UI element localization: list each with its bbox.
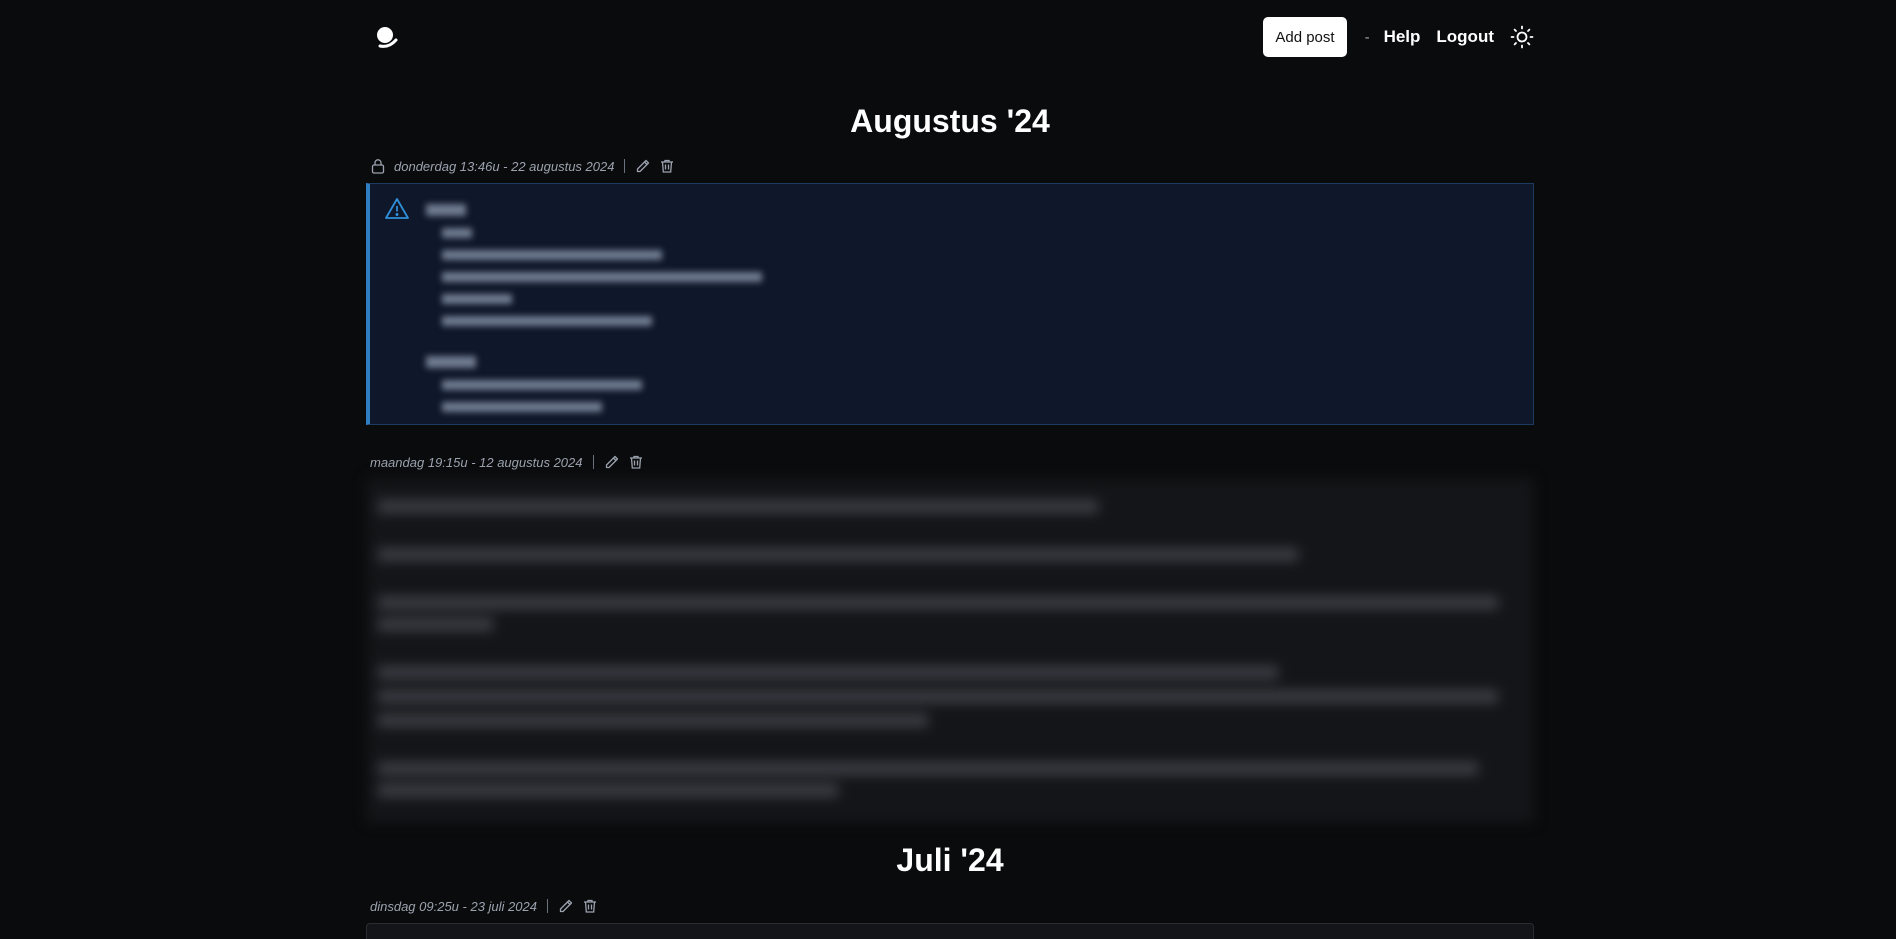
month-heading: Augustus '24 xyxy=(850,103,1050,139)
post-date: dinsdag 09:25u - 23 juli 2024 xyxy=(370,898,537,914)
month-heading: Juli '24 xyxy=(896,842,1004,878)
warning-icon xyxy=(385,198,409,219)
blurred-post-body xyxy=(366,478,1534,823)
pencil-icon[interactable] xyxy=(558,898,574,914)
nav-separator: - xyxy=(1364,28,1370,46)
pencil-icon[interactable] xyxy=(635,158,651,174)
header-nav: Add post - Help Logout xyxy=(1263,16,1534,58)
top-header: Add post - Help Logout xyxy=(366,16,1534,58)
trash-icon[interactable] xyxy=(628,454,644,470)
trash-icon[interactable] xyxy=(659,158,675,174)
sun-icon[interactable] xyxy=(1510,25,1534,49)
post-date: maandag 19:15u - 12 augustus 2024 xyxy=(370,454,583,470)
meta-divider xyxy=(624,159,626,173)
post-meta: donderdag 13:46u - 22 augustus 2024 xyxy=(370,156,675,176)
post-meta: dinsdag 09:25u - 23 juli 2024 xyxy=(370,896,598,916)
trash-icon[interactable] xyxy=(582,898,598,914)
lock-icon xyxy=(371,159,385,174)
meta-divider xyxy=(546,899,548,913)
logout-link[interactable]: Logout xyxy=(1436,27,1494,47)
post-card xyxy=(366,923,1534,939)
help-link[interactable]: Help xyxy=(1384,27,1421,47)
post-date: donderdag 13:46u - 22 augustus 2024 xyxy=(394,158,615,174)
meta-divider xyxy=(592,455,594,469)
add-post-button[interactable]: Add post xyxy=(1263,17,1347,57)
blurred-callout-content xyxy=(426,198,762,412)
warning-callout xyxy=(366,183,1534,425)
post-meta: maandag 19:15u - 12 augustus 2024 xyxy=(370,452,644,472)
logo-icon[interactable] xyxy=(374,24,400,50)
pencil-icon[interactable] xyxy=(604,454,620,470)
